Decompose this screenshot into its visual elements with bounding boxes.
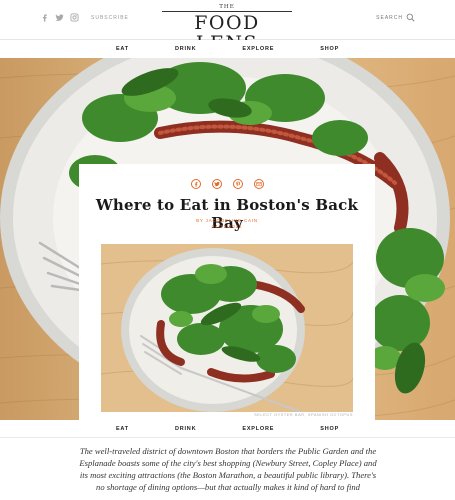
photo-caption: SELECT OYSTER BAR, SPANISH OCTOPUS [254,413,353,417]
secondary-nav: EAT DRINK EXPLORE SHOP [0,421,455,437]
share-facebook-icon[interactable] [190,179,201,189]
nav-item-drink[interactable]: DRINK [175,46,196,52]
instagram-icon[interactable] [70,13,79,22]
share-email-icon[interactable] [253,179,264,189]
article-intro: The well-traveled district of downtown B… [79,446,377,492]
share-pinterest-icon[interactable] [232,179,243,189]
logo-the: THE [219,4,235,10]
nav2-item-drink[interactable]: DRINK [175,426,196,432]
main-nav: EAT DRINK EXPLORE SHOP [0,40,455,58]
nav2-item-shop[interactable]: SHOP [320,426,339,432]
nav-divider [0,437,455,438]
social-links: SUBSCRIBE [40,13,129,22]
nav-item-eat[interactable]: EAT [116,46,129,52]
article-byline: BY JACQUELINE CAIN 04/22/2022 [79,218,375,230]
nav2-item-eat[interactable]: EAT [116,426,129,432]
article-photo [101,244,353,412]
twitter-icon[interactable] [55,13,64,22]
subscribe-link[interactable]: SUBSCRIBE [91,15,129,21]
nav-item-shop[interactable]: SHOP [320,46,339,52]
nav2-item-explore[interactable]: EXPLORE [242,426,274,432]
share-buttons [79,179,375,189]
facebook-icon[interactable] [40,13,49,22]
site-header: SUBSCRIBE THE FOOD LENS SEARCH [0,0,455,55]
nav-item-explore[interactable]: EXPLORE [242,46,274,52]
share-twitter-icon[interactable] [211,179,222,189]
publish-date: 04/22/2022 [211,224,243,229]
search-button[interactable]: SEARCH [376,13,415,22]
search-icon [406,13,415,22]
search-label: SEARCH [376,14,403,21]
